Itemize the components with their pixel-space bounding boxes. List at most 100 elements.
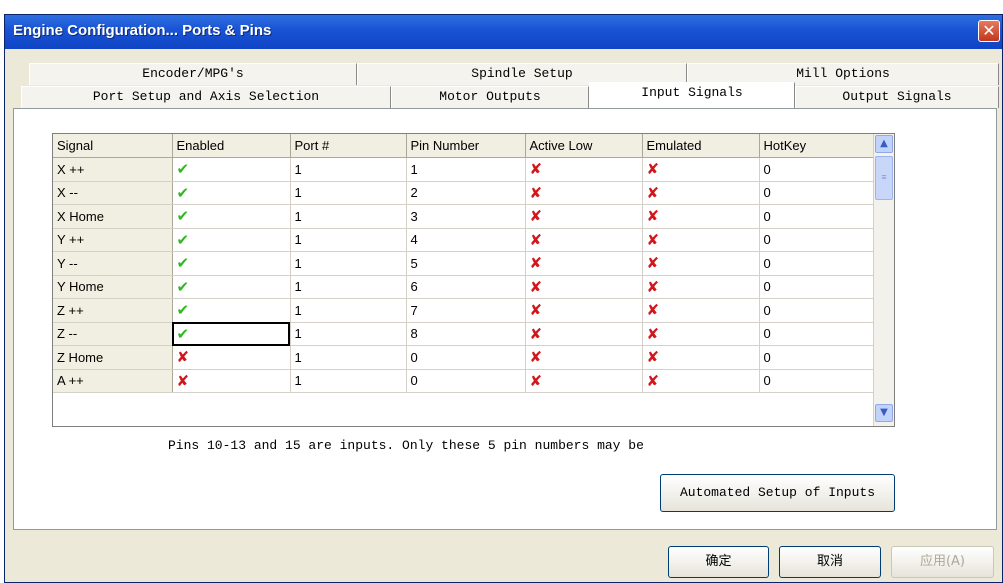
tab-port-setup[interactable]: Port Setup and Axis Selection [21, 86, 391, 108]
signal-name-cell[interactable]: X ++ [53, 157, 173, 182]
enabled-cell[interactable]: ✔ [172, 298, 291, 323]
table-row[interactable]: Z Home ✘ 1 0 ✘ ✘ 0 [53, 345, 875, 370]
title-bar[interactable]: Engine Configuration... Ports & Pins ✕ [5, 15, 1002, 49]
port-cell[interactable]: 1 [290, 204, 407, 229]
port-cell[interactable]: 1 [290, 369, 407, 393]
hotkey-cell[interactable]: 0 [759, 275, 875, 299]
enabled-cell[interactable]: ✔ [172, 251, 291, 276]
table-row[interactable]: Z -- ✔ 1 8 ✘ ✘ 0 [53, 322, 875, 346]
col-signal-header[interactable]: Signal [53, 134, 173, 158]
active-low-cell[interactable]: ✘ [525, 298, 643, 323]
active-low-cell[interactable]: ✘ [525, 345, 643, 370]
port-cell[interactable]: 1 [290, 251, 407, 276]
pin-number-cell[interactable]: 0 [406, 369, 526, 393]
pin-number-cell[interactable]: 3 [406, 204, 526, 229]
port-cell[interactable]: 1 [290, 275, 407, 299]
active-low-cell[interactable]: ✘ [525, 157, 643, 182]
active-low-cell[interactable]: ✘ [525, 251, 643, 276]
hotkey-cell[interactable]: 0 [759, 181, 875, 205]
table-row[interactable]: Z ++ ✔ 1 7 ✘ ✘ 0 [53, 298, 875, 323]
table-row[interactable]: X -- ✔ 1 2 ✘ ✘ 0 [53, 181, 875, 205]
cancel-button[interactable]: 取消 [779, 546, 881, 578]
emulated-cell[interactable]: ✘ [642, 204, 760, 229]
signal-name-cell[interactable]: Y -- [53, 251, 173, 276]
enabled-cell[interactable]: ✔ [172, 322, 291, 346]
pin-number-cell[interactable]: 4 [406, 228, 526, 252]
scroll-down-icon[interactable]: ▼ [875, 404, 893, 422]
port-cell[interactable]: 1 [290, 345, 407, 370]
enabled-cell[interactable]: ✔ [172, 181, 291, 205]
scroll-thumb[interactable]: ≡ [875, 156, 893, 200]
pin-number-cell[interactable]: 2 [406, 181, 526, 205]
pin-number-cell[interactable]: 6 [406, 275, 526, 299]
enabled-cell[interactable]: ✘ [172, 369, 291, 393]
emulated-cell[interactable]: ✘ [642, 275, 760, 299]
hotkey-cell[interactable]: 0 [759, 322, 875, 346]
signal-name-cell[interactable]: Z -- [53, 322, 173, 346]
signal-name-cell[interactable]: A ++ [53, 369, 173, 393]
tab-motor-outputs[interactable]: Motor Outputs [391, 86, 589, 108]
enabled-cell[interactable]: ✘ [172, 345, 291, 370]
emulated-cell[interactable]: ✘ [642, 228, 760, 252]
tab-output-signals[interactable]: Output Signals [795, 86, 999, 108]
emulated-cell[interactable]: ✘ [642, 181, 760, 205]
active-low-cell[interactable]: ✘ [525, 275, 643, 299]
enabled-cell[interactable]: ✔ [172, 275, 291, 299]
hotkey-cell[interactable]: 0 [759, 251, 875, 276]
hotkey-cell[interactable]: 0 [759, 204, 875, 229]
signal-name-cell[interactable]: Z Home [53, 345, 173, 370]
port-cell[interactable]: 1 [290, 181, 407, 205]
col-pin-header[interactable]: Pin Number [406, 134, 526, 158]
table-row[interactable]: A ++ ✘ 1 0 ✘ ✘ 0 [53, 369, 875, 393]
pin-number-cell[interactable]: 0 [406, 345, 526, 370]
pin-number-cell[interactable]: 1 [406, 157, 526, 182]
emulated-cell[interactable]: ✘ [642, 298, 760, 323]
enabled-cell[interactable]: ✔ [172, 204, 291, 229]
table-row[interactable]: Y ++ ✔ 1 4 ✘ ✘ 0 [53, 228, 875, 252]
table-row[interactable]: Y -- ✔ 1 5 ✘ ✘ 0 [53, 251, 875, 276]
close-icon[interactable]: ✕ [978, 20, 1000, 42]
hotkey-cell[interactable]: 0 [759, 345, 875, 370]
automated-setup-button[interactable]: Automated Setup of Inputs [660, 474, 895, 512]
col-enabled-header[interactable]: Enabled [172, 134, 291, 158]
active-low-cell[interactable]: ✘ [525, 322, 643, 346]
emulated-cell[interactable]: ✘ [642, 345, 760, 370]
active-low-cell[interactable]: ✘ [525, 369, 643, 393]
port-cell[interactable]: 1 [290, 228, 407, 252]
signal-name-cell[interactable]: X Home [53, 204, 173, 229]
pin-number-cell[interactable]: 7 [406, 298, 526, 323]
enabled-cell[interactable]: ✔ [172, 157, 291, 182]
grid-scrollbar[interactable]: ▲ ≡ ▼ [873, 134, 894, 426]
pin-number-cell[interactable]: 5 [406, 251, 526, 276]
active-low-cell[interactable]: ✘ [525, 228, 643, 252]
signal-name-cell[interactable]: X -- [53, 181, 173, 205]
active-low-cell[interactable]: ✘ [525, 181, 643, 205]
scroll-up-icon[interactable]: ▲ [875, 135, 893, 153]
ok-button[interactable]: 确定 [668, 546, 769, 578]
table-row[interactable]: X ++ ✔ 1 1 ✘ ✘ 0 [53, 157, 875, 182]
signal-name-cell[interactable]: Z ++ [53, 298, 173, 323]
port-cell[interactable]: 1 [290, 298, 407, 323]
emulated-cell[interactable]: ✘ [642, 251, 760, 276]
col-active-low-header[interactable]: Active Low [525, 134, 643, 158]
hotkey-cell[interactable]: 0 [759, 298, 875, 323]
signal-name-cell[interactable]: Y Home [53, 275, 173, 299]
emulated-cell[interactable]: ✘ [642, 369, 760, 393]
port-cell[interactable]: 1 [290, 157, 407, 182]
hotkey-cell[interactable]: 0 [759, 157, 875, 182]
active-low-cell[interactable]: ✘ [525, 204, 643, 229]
table-row[interactable]: X Home ✔ 1 3 ✘ ✘ 0 [53, 204, 875, 229]
emulated-cell[interactable]: ✘ [642, 157, 760, 182]
col-emulated-header[interactable]: Emulated [642, 134, 760, 158]
enabled-cell[interactable]: ✔ [172, 228, 291, 252]
pin-number-cell[interactable]: 8 [406, 322, 526, 346]
emulated-cell[interactable]: ✘ [642, 322, 760, 346]
port-cell[interactable]: 1 [290, 322, 407, 346]
table-row[interactable]: Y Home ✔ 1 6 ✘ ✘ 0 [53, 275, 875, 299]
tab-encoder-mpg[interactable]: Encoder/MPG's [29, 63, 357, 85]
tab-input-signals[interactable]: Input Signals [589, 82, 795, 109]
col-port-header[interactable]: Port # [290, 134, 407, 158]
hotkey-cell[interactable]: 0 [759, 228, 875, 252]
hotkey-cell[interactable]: 0 [759, 369, 875, 393]
col-hotkey-header[interactable]: HotKey [759, 134, 875, 158]
